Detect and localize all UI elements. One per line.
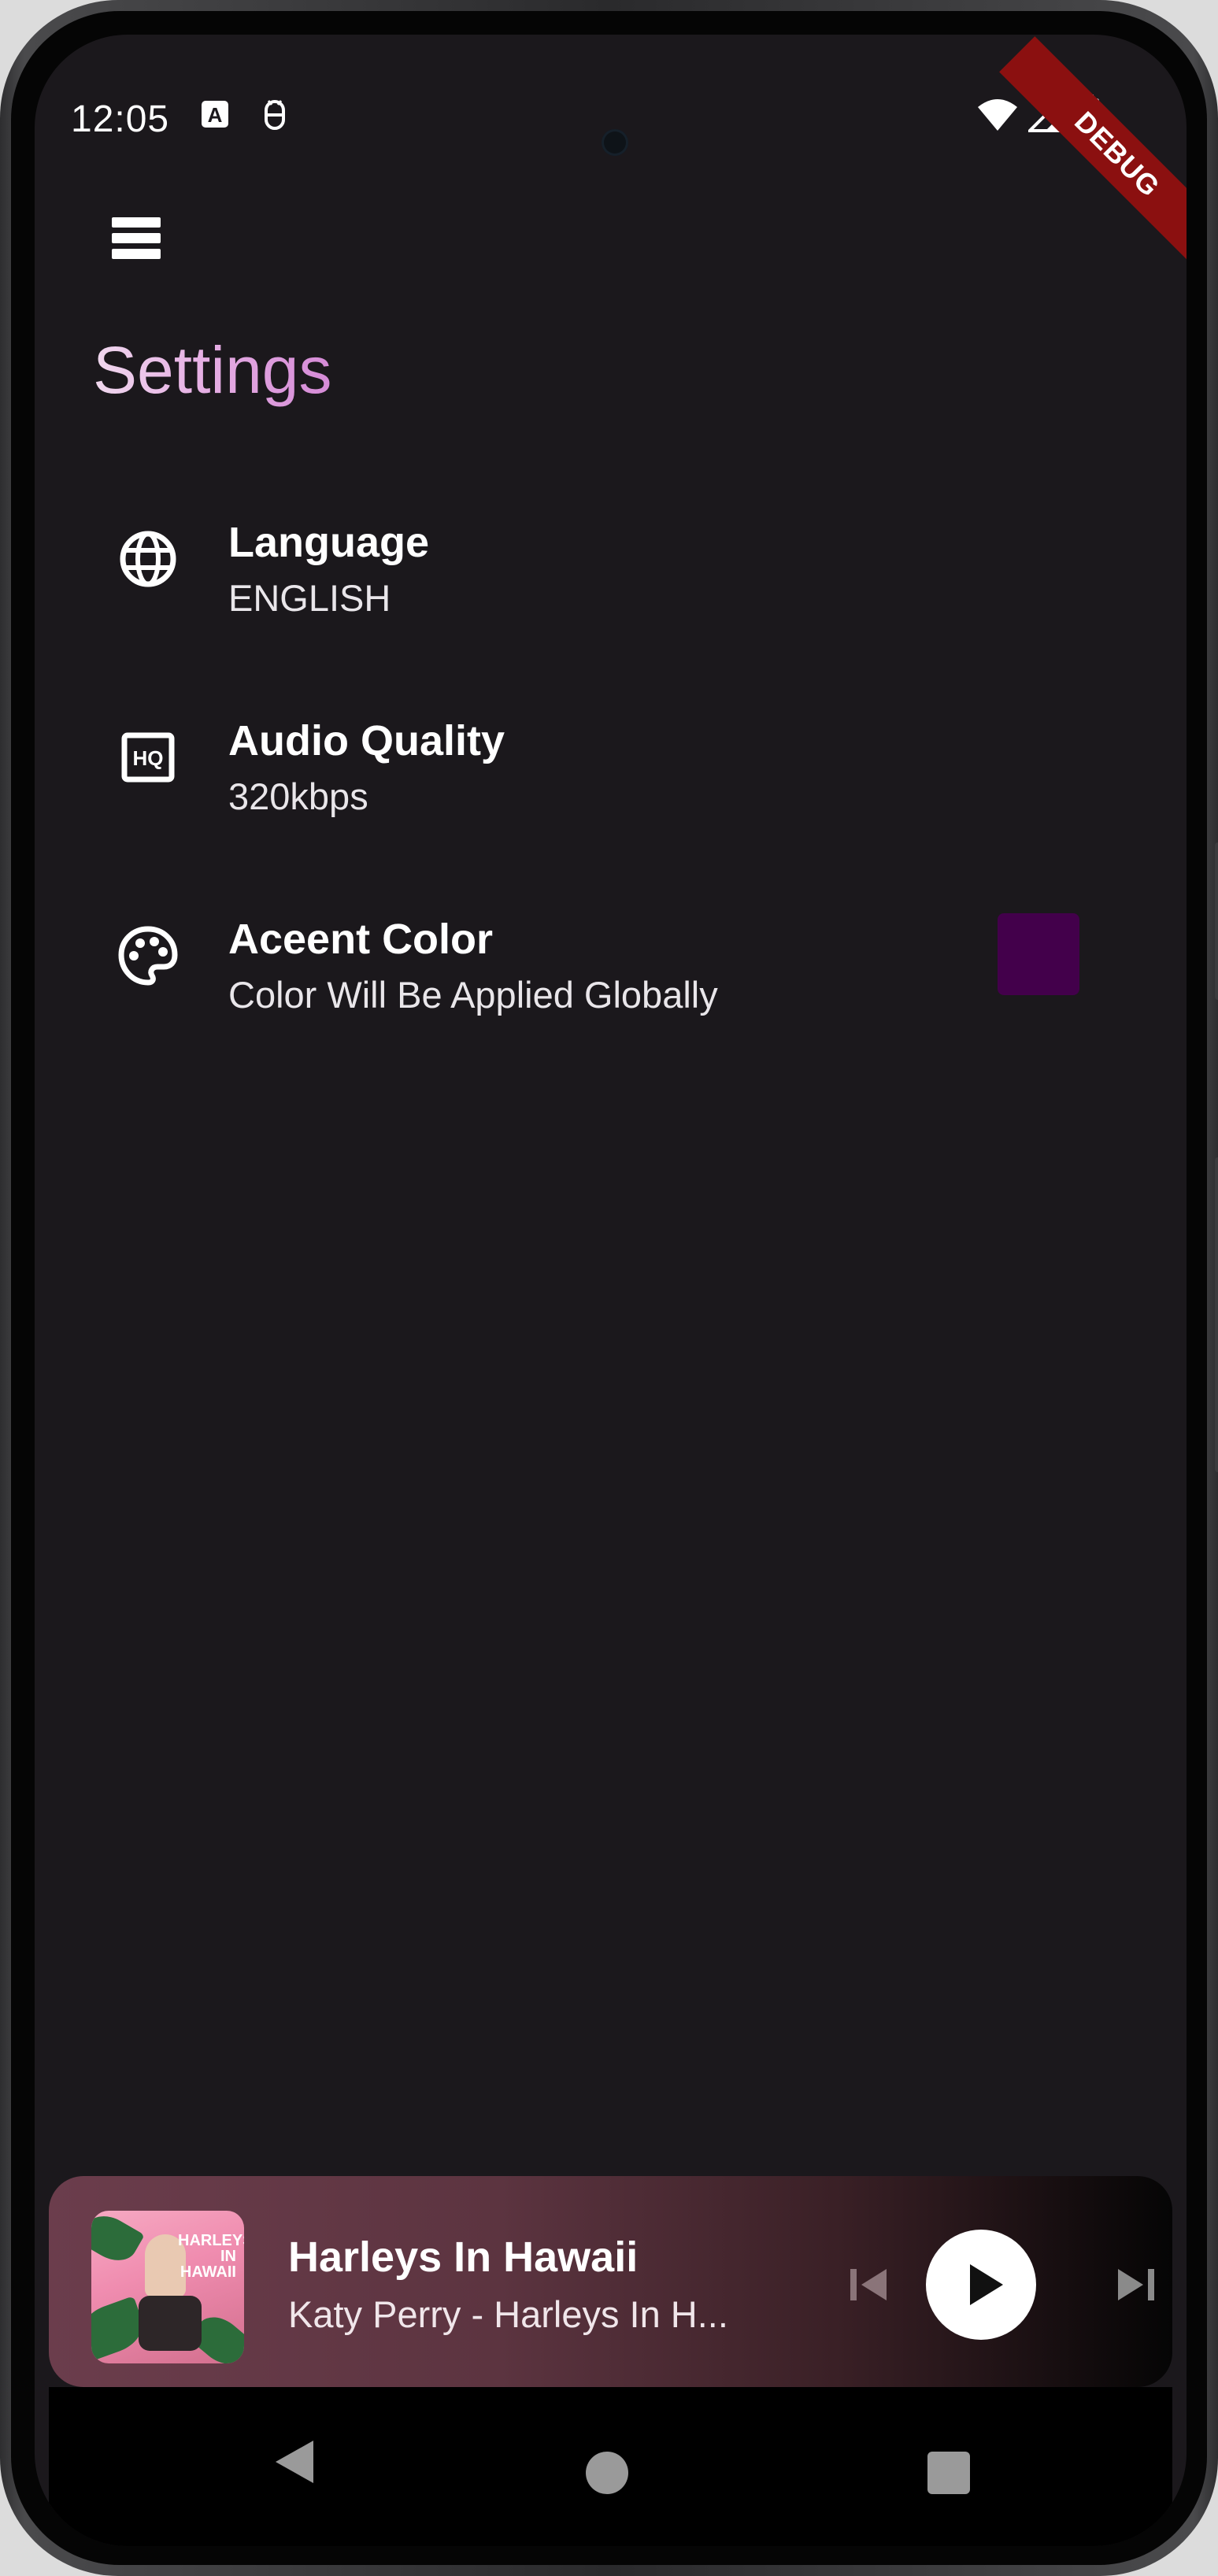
artist-line: Katy Perry - Harleys In H... xyxy=(288,2293,728,2335)
hq-icon: HQ xyxy=(118,727,178,787)
volume-button xyxy=(1215,842,1218,1000)
play-button[interactable] xyxy=(926,2230,1036,2340)
recents-icon[interactable] xyxy=(927,2452,970,2494)
setting-accent-color[interactable]: Aceent Color Color Will Be Applied Globa… xyxy=(35,877,1187,1034)
globe-icon xyxy=(118,529,178,589)
setting-subtitle: 320kbps xyxy=(228,775,368,817)
phone-bezel: 12:05 A DEBUG Settings Language ENGLISH … xyxy=(11,11,1207,2565)
status-time: 12:05 xyxy=(71,98,170,140)
setting-audio-quality[interactable]: HQ Audio Quality 320kbps xyxy=(35,679,1187,836)
skip-previous-icon xyxy=(850,2269,887,2300)
album-art-text: HARLEYS IN HAWAII xyxy=(178,2232,244,2281)
svg-text:HQ: HQ xyxy=(133,746,164,770)
setting-title: Aceent Color xyxy=(228,916,494,963)
svg-text:A: A xyxy=(208,103,223,127)
accent-color-swatch[interactable] xyxy=(998,913,1079,995)
keyboard-a-icon: A xyxy=(200,99,230,133)
skip-previous-button[interactable] xyxy=(846,2264,893,2305)
song-title: Harleys In Hawaii xyxy=(288,2234,639,2281)
power-button xyxy=(1215,1157,1218,1472)
album-art: HARLEYS IN HAWAII xyxy=(91,2211,244,2363)
home-icon[interactable] xyxy=(586,2452,628,2494)
menu-button[interactable] xyxy=(96,189,175,268)
setting-subtitle: Color Will Be Applied Globally xyxy=(228,974,718,1016)
screen: 12:05 A DEBUG Settings Language ENGLISH … xyxy=(35,35,1187,2546)
skip-next-button[interactable] xyxy=(1112,2264,1159,2305)
wifi-icon xyxy=(976,98,1019,136)
android-debug-icon xyxy=(260,99,290,135)
navigation-bar xyxy=(49,2387,1172,2546)
back-icon xyxy=(276,2441,313,2483)
setting-title: Audio Quality xyxy=(228,717,505,764)
front-camera xyxy=(602,129,628,156)
skip-next-icon xyxy=(1118,2269,1154,2300)
page-title: Settings xyxy=(93,333,332,407)
play-icon xyxy=(970,2264,1003,2305)
setting-subtitle: ENGLISH xyxy=(228,577,391,619)
palette-icon xyxy=(118,926,178,986)
mini-player[interactable]: HARLEYS IN HAWAII Harleys In Hawaii Katy… xyxy=(49,2176,1172,2387)
setting-title: Language xyxy=(228,519,430,566)
setting-language[interactable]: Language ENGLISH xyxy=(35,480,1187,638)
phone-frame: 12:05 A DEBUG Settings Language ENGLISH … xyxy=(0,0,1218,2576)
nav-back-button[interactable] xyxy=(272,2437,317,2490)
